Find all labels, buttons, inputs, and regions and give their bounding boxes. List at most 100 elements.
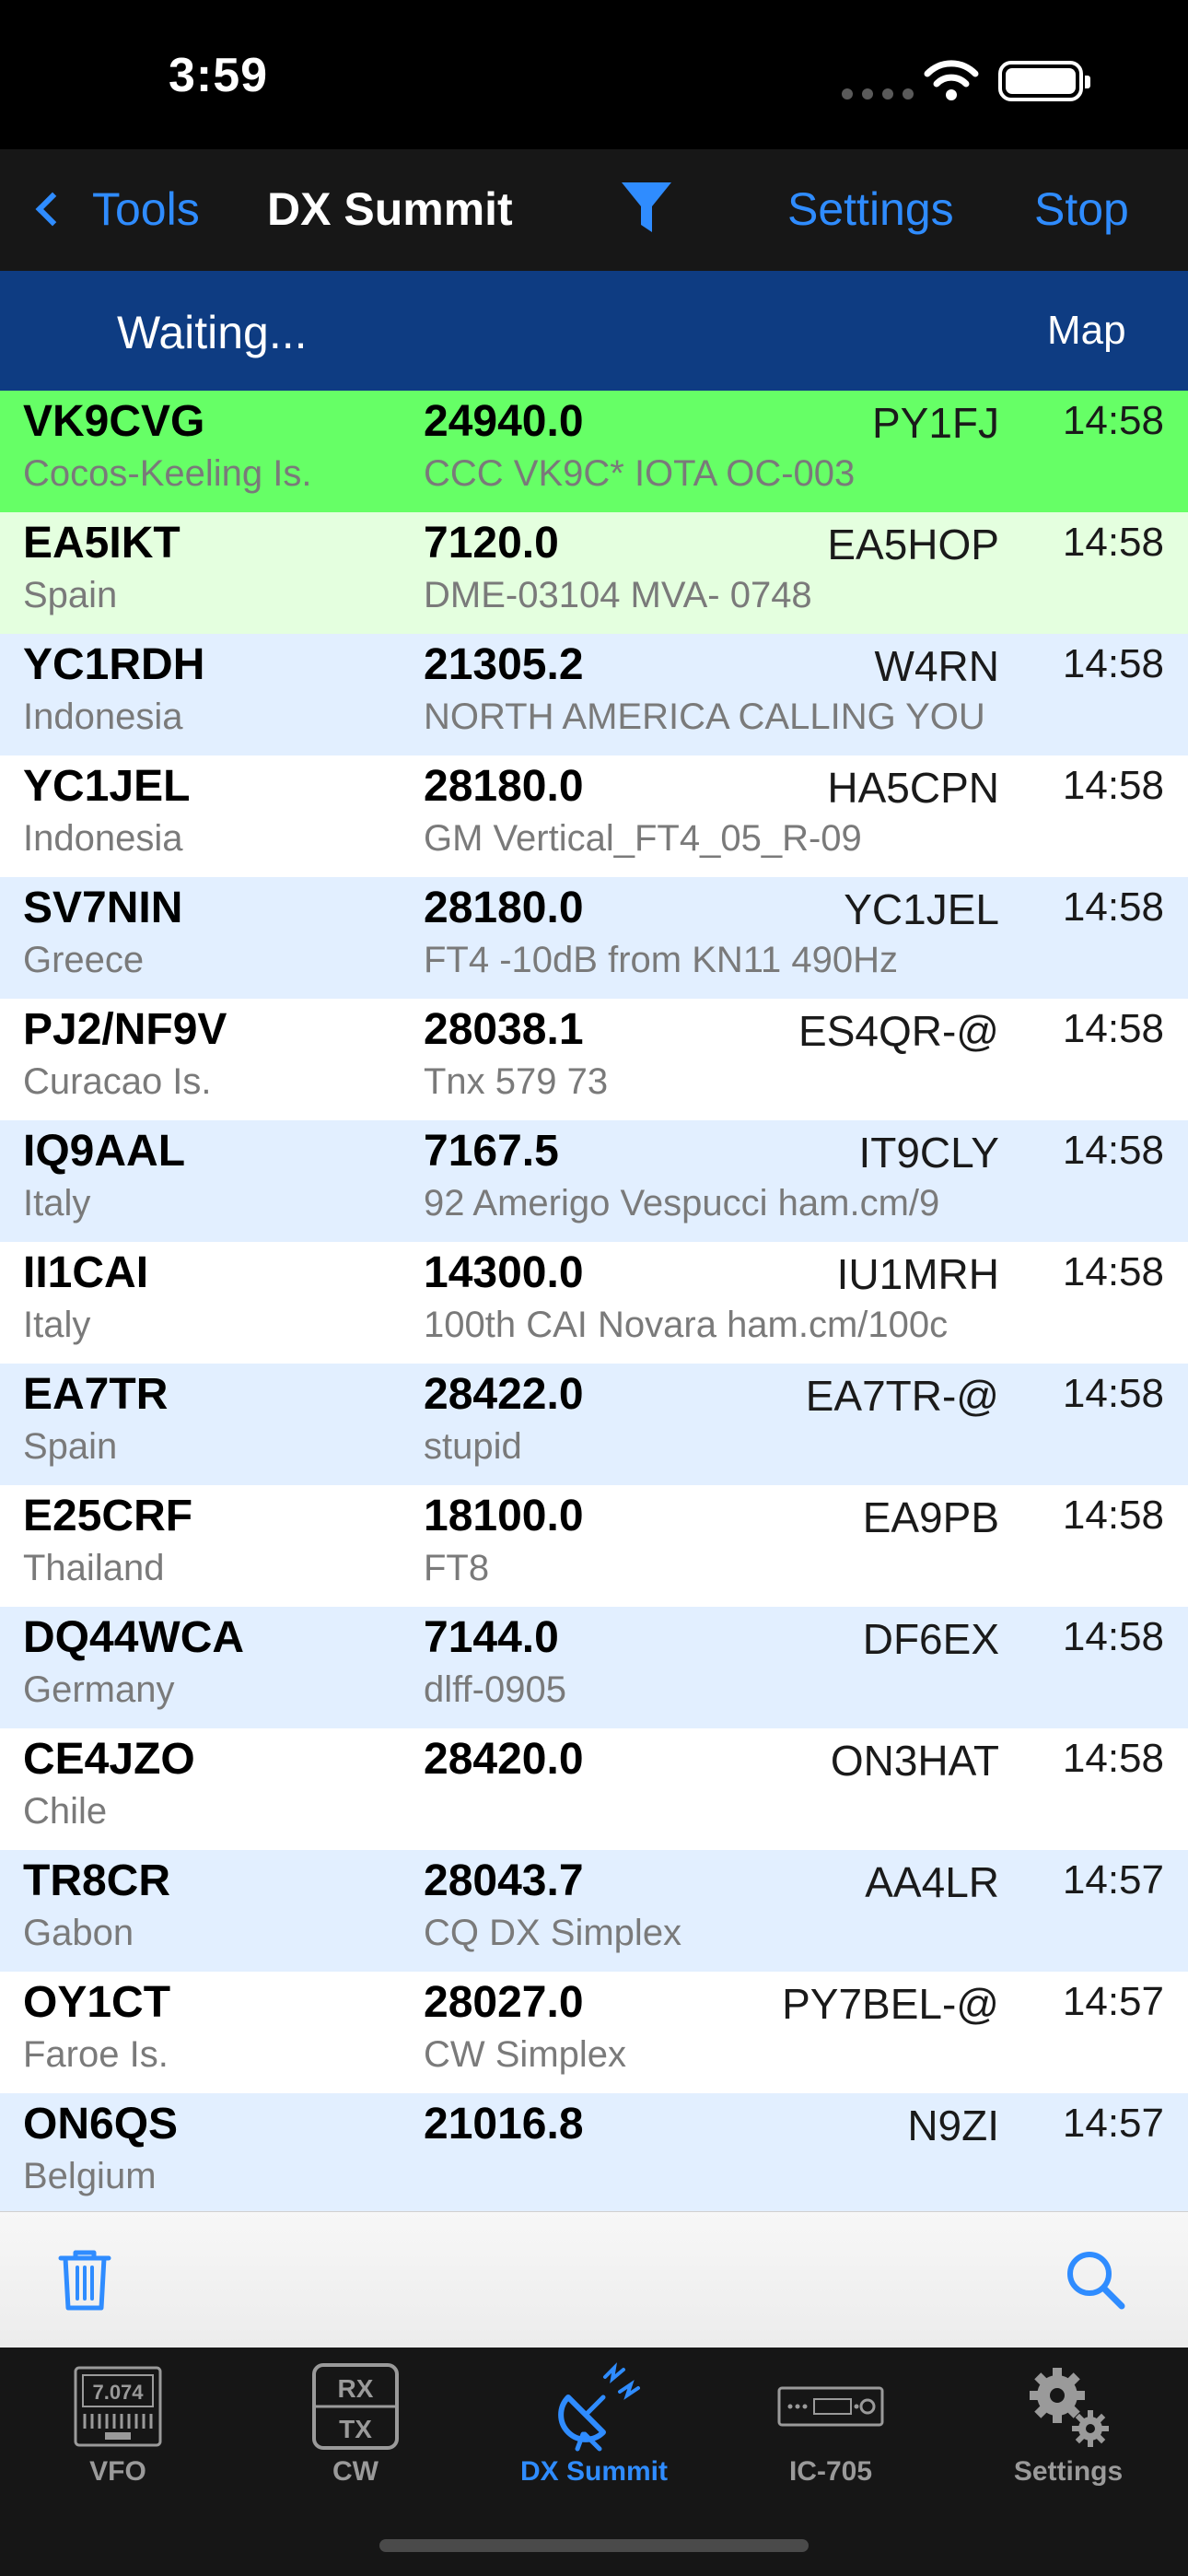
spot-row[interactable]: CE4JZO Chile 28420.0 ON3HAT 14:58: [0, 1728, 1188, 1850]
tab-vfo[interactable]: 7.074 VFO: [26, 2360, 210, 2488]
spot-comment: 100th CAI Novara ham.cm/100c: [424, 1305, 949, 1345]
dx-country: Gabon: [23, 1913, 134, 1953]
dx-callsign: DQ44WCA: [23, 1613, 245, 1662]
dx-country: Curacao Is.: [23, 1061, 212, 1102]
status-strip: Waiting... Map: [0, 271, 1188, 391]
spot-time: 14:58: [1062, 398, 1164, 443]
spotter-callsign: N9ZI: [907, 2102, 999, 2149]
dx-country: Italy: [23, 1305, 91, 1345]
status-bar: 3:59: [0, 0, 1188, 149]
dx-callsign: YC1JEL: [23, 762, 191, 811]
spot-list[interactable]: VK9CVG Cocos-Keeling Is. 24940.0 CCC VK9C* …: [0, 391, 1188, 2211]
map-button[interactable]: Map: [1047, 308, 1126, 354]
spot-row[interactable]: SV7NIN Greece 28180.0 FT4 -10dB from KN11 4…: [0, 877, 1188, 999]
tab-settings[interactable]: Settings: [976, 2360, 1160, 2488]
spot-comment: CW Simplex: [424, 2034, 627, 2075]
tab-dx-summit[interactable]: DX Summit: [502, 2360, 686, 2488]
spot-row[interactable]: DQ44WCA Germany 7144.0 dlff-0905 DF6EX 14:58: [0, 1607, 1188, 1728]
frequency: 28180.0: [424, 762, 584, 811]
connection-status: Waiting...: [117, 307, 308, 358]
spotter-callsign: IU1MRH: [836, 1250, 999, 1298]
tab-label: Settings: [1013, 2456, 1124, 2487]
spotter-callsign: YC1JEL: [844, 885, 999, 933]
spot-row[interactable]: ON6QS Belgium 21016.8 N9ZI 14:57: [0, 2093, 1188, 2211]
spotter-callsign: PY7BEL-@: [782, 1980, 999, 2028]
spot-row[interactable]: EA5IKT Spain 7120.0 DME-03104 MVA- 0748 EA5H…: [0, 512, 1188, 634]
spotter-callsign: EA5HOP: [827, 521, 999, 568]
spot-row[interactable]: YC1JEL Indonesia 28180.0 GM Vertical_FT4_05…: [0, 755, 1188, 877]
frequency: 28420.0: [424, 1735, 584, 1784]
frequency: 28038.1: [424, 1005, 584, 1054]
spot-comment: NORTH AMERICA CALLING YOU: [424, 697, 985, 737]
dx-country: Chile: [23, 1791, 108, 1832]
gears-icon: [1030, 2368, 1109, 2447]
frequency: 7144.0: [424, 1613, 559, 1662]
spot-time: 14:58: [1062, 1614, 1164, 1659]
dx-callsign: E25CRF: [23, 1492, 193, 1540]
dx-callsign: TR8CR: [23, 1856, 171, 1905]
tab-label: IC-705: [788, 2456, 873, 2487]
spotter-callsign: EA7TR-@: [805, 1372, 999, 1420]
spot-time: 14:57: [1062, 1979, 1164, 2024]
dx-callsign: EA5IKT: [23, 519, 181, 568]
settings-button[interactable]: Settings: [787, 182, 954, 236]
wifi-icon: [924, 60, 979, 100]
dx-country: Greece: [23, 940, 145, 980]
spot-row[interactable]: VK9CVG Cocos-Keeling Is. 24940.0 CCC VK9C* …: [0, 391, 1188, 512]
dx-callsign: II1CAI: [23, 1248, 149, 1297]
spot-time: 14:57: [1062, 1857, 1164, 1903]
spotter-callsign: PY1FJ: [871, 399, 999, 447]
frequency: 7120.0: [424, 519, 559, 568]
radio-icon: [777, 2386, 884, 2427]
stop-button[interactable]: Stop: [1034, 182, 1129, 236]
spotter-callsign: AA4LR: [865, 1858, 999, 1906]
dx-callsign: VK9CVG: [23, 397, 205, 446]
svg-text:RX: RX: [338, 2374, 374, 2403]
frequency: 14300.0: [424, 1248, 584, 1297]
tab-ic-705[interactable]: IC-705: [739, 2360, 923, 2488]
spotter-callsign: HA5CPN: [827, 764, 999, 812]
spot-comment: FT4 -10dB from KN11 490Hz: [424, 940, 899, 980]
spot-row[interactable]: TR8CR Gabon 28043.7 CQ DX Simplex AA4LR 14:57: [0, 1850, 1188, 1972]
spot-row[interactable]: II1CAI Italy 14300.0 100th CAI Novara ham.c…: [0, 1242, 1188, 1364]
spot-row[interactable]: OY1CT Faroe Is. 28027.0 CW Simplex PY7BEL-@ 1…: [0, 1972, 1188, 2093]
spot-time: 14:58: [1062, 641, 1164, 686]
spot-comment: stupid: [424, 1426, 522, 1467]
dx-callsign: ON6QS: [23, 2100, 179, 2149]
status-time: 3:59: [169, 49, 269, 102]
dx-country: Italy: [23, 1183, 91, 1224]
filter-icon[interactable]: [619, 179, 674, 238]
spot-time: 14:58: [1062, 763, 1164, 808]
spot-time: 14:58: [1062, 1493, 1164, 1538]
cellular-signal-icon: [842, 88, 914, 100]
frequency: 7167.5: [424, 1127, 559, 1176]
spot-row[interactable]: PJ2/NF9V Curacao Is. 28038.1 Tnx 579 73 ES4Q…: [0, 999, 1188, 1120]
dx-country: Thailand: [23, 1548, 165, 1588]
spot-row[interactable]: EA7TR Spain 28422.0 stupid EA7TR-@ 14:58: [0, 1364, 1188, 1485]
dx-callsign: SV7NIN: [23, 884, 183, 932]
spotter-callsign: EA9PB: [862, 1493, 999, 1541]
frequency: 24940.0: [424, 397, 584, 446]
spot-comment: GM Vertical_FT4_05_R-09: [424, 818, 862, 859]
navigation-bar: Tools DX Summit Settings Stop: [0, 149, 1188, 271]
frequency: 18100.0: [424, 1492, 584, 1540]
rx-tx-icon: RX TX: [312, 2363, 399, 2450]
spot-row[interactable]: E25CRF Thailand 18100.0 FT8 EA9PB 14:58: [0, 1485, 1188, 1607]
dx-callsign: CE4JZO: [23, 1735, 195, 1784]
dx-callsign: YC1RDH: [23, 640, 205, 689]
tab-label: VFO: [89, 2456, 146, 2487]
spotter-callsign: ES4QR-@: [798, 1007, 999, 1055]
spot-row[interactable]: IQ9AAL Italy 7167.5 92 Amerigo Vespucci ham…: [0, 1120, 1188, 1242]
dx-country: Cocos-Keeling Is.: [23, 453, 312, 494]
dx-country: Indonesia: [23, 697, 183, 737]
spot-time: 14:58: [1062, 884, 1164, 930]
spot-row[interactable]: YC1RDH Indonesia 21305.2 NORTH AMERICA CALL…: [0, 634, 1188, 755]
home-indicator: [379, 2539, 809, 2552]
back-button[interactable]: Tools: [33, 182, 200, 236]
search-icon[interactable]: [1065, 2249, 1127, 2312]
frequency: 28043.7: [424, 1856, 584, 1905]
frequency: 28422.0: [424, 1370, 584, 1419]
trash-icon[interactable]: [55, 2247, 114, 2313]
frequency: 21016.8: [424, 2100, 584, 2149]
tab-cw[interactable]: RX TX CW: [263, 2360, 448, 2488]
